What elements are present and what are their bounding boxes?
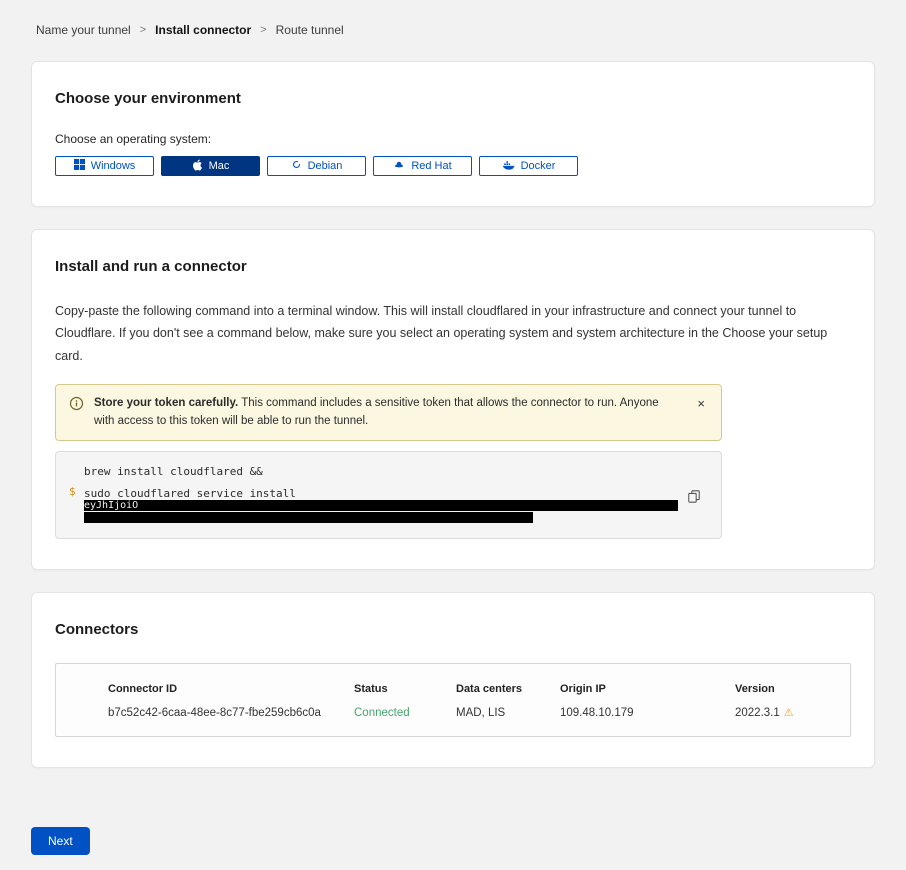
connectors-card: Connectors Connector ID Status Data cent…: [31, 592, 875, 768]
next-button[interactable]: Next: [31, 827, 90, 855]
os-button-docker[interactable]: Docker: [479, 156, 578, 176]
environment-card: Choose your environment Choose an operat…: [31, 61, 875, 207]
os-button-label: Windows: [91, 160, 136, 172]
token-warning-text: Store your token carefully. This command…: [94, 395, 677, 431]
environment-card-title: Choose your environment: [55, 90, 851, 107]
apple-icon: [192, 159, 203, 174]
connectors-card-title: Connectors: [55, 621, 851, 638]
os-chooser-label: Choose an operating system:: [55, 132, 851, 146]
token-warning-bold: Store your token carefully.: [94, 397, 238, 409]
version-value: 2022.3.1: [735, 707, 780, 719]
cell-connector-id: b7c52c42-6caa-48ee-8c77-fbe259cb6c0a: [108, 707, 354, 719]
os-button-debian[interactable]: Debian: [267, 156, 366, 176]
breadcrumb-separator: >: [140, 24, 146, 36]
status-badge: Connected: [354, 707, 456, 719]
redhat-icon: [393, 159, 405, 173]
version-warning-icon: ⚠: [784, 707, 794, 719]
code-line-2: sudo cloudflared service install: [84, 487, 681, 500]
breadcrumb: Name your tunnel > Install connector > R…: [31, 23, 875, 37]
install-connector-card: Install and run a connector Copy-paste t…: [31, 229, 875, 570]
os-button-label: Mac: [209, 160, 230, 172]
os-button-label: Docker: [521, 160, 556, 172]
token-warning-alert: Store your token carefully. This command…: [55, 384, 722, 442]
windows-icon: [74, 159, 85, 173]
breadcrumb-separator: >: [260, 24, 266, 36]
breadcrumb-step-route-tunnel[interactable]: Route tunnel: [276, 23, 344, 37]
install-card-title: Install and run a connector: [55, 258, 851, 275]
shell-prompt: $: [69, 485, 76, 498]
header-version: Version: [735, 683, 834, 695]
redacted-token-line-2: [84, 512, 533, 523]
os-button-redhat[interactable]: Red Hat: [373, 156, 472, 176]
table-row: b7c52c42-6caa-48ee-8c77-fbe259cb6c0a Con…: [56, 706, 850, 719]
info-icon: [69, 396, 84, 416]
connectors-table: Connector ID Status Data centers Origin …: [55, 663, 851, 737]
breadcrumb-step-name-tunnel[interactable]: Name your tunnel: [36, 23, 131, 37]
redacted-token-line-1: eyJhIjoiO: [84, 500, 678, 511]
code-line-1: brew install cloudflared &&: [84, 465, 681, 478]
breadcrumb-step-install-connector[interactable]: Install connector: [155, 23, 251, 37]
cell-data-centers: MAD, LIS: [456, 707, 560, 719]
install-description: Copy-paste the following command into a …: [55, 300, 851, 367]
header-origin-ip: Origin IP: [560, 683, 735, 695]
install-command-codeblock: $ brew install cloudflared && sudo cloud…: [55, 451, 722, 539]
cell-version: 2022.3.1 ⚠: [735, 706, 834, 719]
os-button-row: Windows Mac Debian Red Hat: [55, 156, 851, 176]
os-button-label: Red Hat: [411, 160, 451, 172]
table-header-row: Connector ID Status Data centers Origin …: [56, 683, 850, 695]
header-data-centers: Data centers: [456, 683, 560, 695]
cell-origin-ip: 109.48.10.179: [560, 707, 735, 719]
close-icon[interactable]: ×: [693, 395, 709, 412]
copy-icon[interactable]: [685, 487, 703, 509]
debian-icon: [291, 159, 302, 173]
os-button-mac[interactable]: Mac: [161, 156, 260, 176]
header-status: Status: [354, 683, 456, 695]
os-button-windows[interactable]: Windows: [55, 156, 154, 176]
header-connector-id: Connector ID: [108, 683, 354, 695]
os-button-label: Debian: [308, 160, 343, 172]
docker-icon: [502, 159, 515, 173]
